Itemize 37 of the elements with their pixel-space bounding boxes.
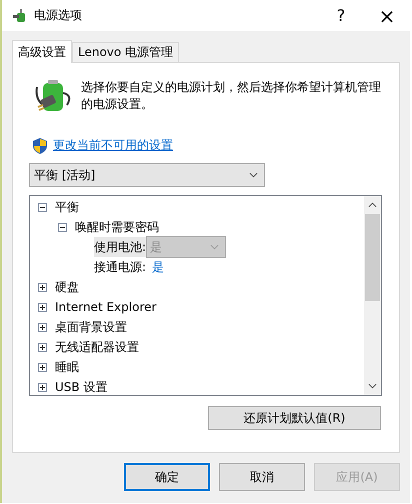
restore-defaults-button[interactable]: 还原计划默认值(R): [208, 406, 381, 430]
plan-dropdown[interactable]: 平衡 [活动]: [29, 163, 265, 187]
expander-icon[interactable]: [38, 382, 47, 392]
expander-icon[interactable]: [58, 222, 67, 232]
change-settings-link[interactable]: 更改当前不可用的设置: [53, 137, 173, 154]
tree-item[interactable]: 睡眠: [55, 358, 79, 376]
power-plug-icon: [12, 8, 28, 24]
expander-icon[interactable]: [38, 322, 47, 332]
expander-icon[interactable]: [38, 202, 47, 212]
shield-icon: [33, 138, 47, 154]
setting-label: 使用电池:: [94, 237, 146, 257]
close-button[interactable]: ×: [364, 0, 410, 31]
expander-icon[interactable]: [38, 342, 47, 352]
help-button[interactable]: ?: [318, 0, 364, 31]
tab[interactable]: 高级设置: [12, 40, 72, 63]
dialog-button[interactable]: 取消: [219, 463, 305, 491]
tree-item[interactable]: 桌面背景设置: [55, 318, 127, 336]
expander-icon[interactable]: [38, 302, 47, 312]
tree-item[interactable]: 平衡: [55, 198, 79, 216]
tree-item[interactable]: 硬盘: [55, 278, 79, 296]
description-text: 选择你要自定义的电源计划，然后选择你希望计算机管理的电源设置。: [81, 79, 382, 113]
setting-label: 接通电源:: [94, 258, 146, 276]
scroll-down-icon[interactable]: [368, 383, 377, 389]
chevron-down-icon: [210, 244, 220, 250]
setting-value-link[interactable]: 是: [152, 258, 164, 276]
tree-item[interactable]: 无线适配器设置: [55, 338, 139, 356]
chevron-down-icon: [249, 172, 258, 178]
window-title: 电源选项: [34, 7, 82, 24]
tree-item[interactable]: Internet Explorer: [55, 300, 156, 314]
tab[interactable]: Lenovo 电源管理: [72, 42, 180, 62]
tree-item[interactable]: USB 设置: [55, 378, 108, 395]
scroll-up-icon[interactable]: [368, 202, 377, 208]
scrollbar[interactable]: [364, 196, 381, 395]
expander-icon[interactable]: [38, 362, 47, 372]
expander-icon[interactable]: [38, 282, 47, 292]
tree-item[interactable]: 唤醒时需要密码: [75, 218, 159, 236]
dialog-button[interactable]: 确定: [124, 463, 210, 491]
